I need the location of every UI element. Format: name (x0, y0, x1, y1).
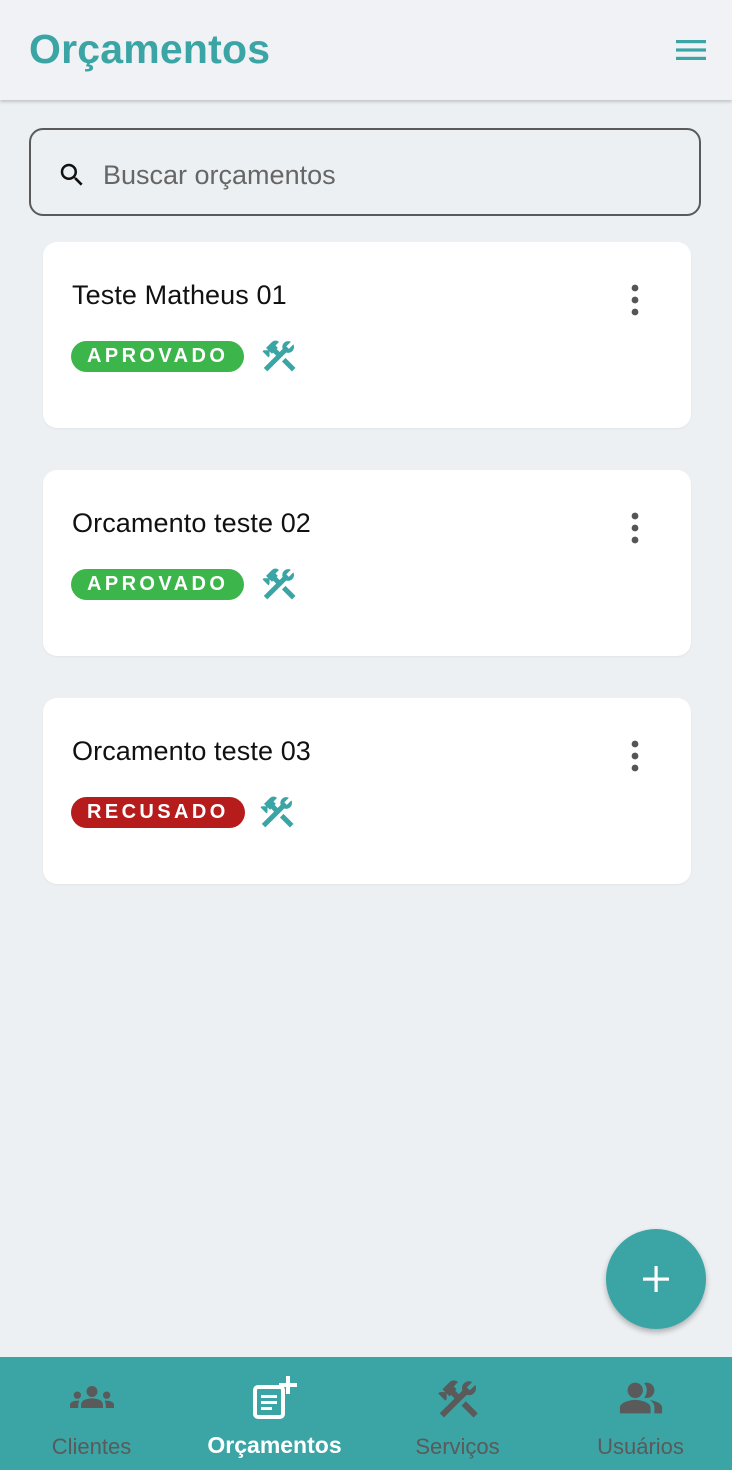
status-badge: APROVADO (71, 569, 245, 600)
budget-title: Orcamento teste 02 (72, 508, 311, 538)
more-options-button[interactable] (623, 738, 647, 774)
users-icon (619, 1382, 662, 1414)
menu-button[interactable] (668, 30, 714, 70)
hammer-wrench-icon (260, 796, 294, 828)
budget-card[interactable]: Orcamento teste 03 RECUSADO (43, 698, 691, 884)
hammer-wrench-icon (437, 1380, 478, 1418)
budget-card[interactable]: Orcamento teste 02 APROVADO (43, 470, 691, 656)
services-button[interactable] (259, 564, 299, 604)
more-vert-icon (631, 512, 639, 544)
status-badge: APROVADO (71, 341, 245, 372)
hammer-wrench-icon (262, 340, 296, 372)
app-bar: Orçamentos (0, 0, 732, 100)
more-vert-icon (631, 740, 639, 772)
note-add-icon (252, 1376, 297, 1419)
status-badge: RECUSADO (71, 797, 245, 828)
plus-icon (643, 1266, 669, 1292)
more-options-button[interactable] (623, 282, 647, 318)
menu-icon (676, 40, 706, 60)
add-budget-button[interactable] (606, 1229, 706, 1329)
more-options-button[interactable] (623, 510, 647, 546)
search-input[interactable] (101, 154, 665, 196)
nav-label: Usuários (597, 1434, 684, 1459)
nav-label: Serviços (415, 1434, 500, 1459)
nav-item-clientes[interactable]: Clientes (0, 1357, 183, 1470)
services-button[interactable] (257, 792, 297, 832)
bottom-nav: Clientes Orçamentos Serviços Usuários (0, 1357, 732, 1470)
nav-item-servicos[interactable]: Serviços (366, 1357, 549, 1470)
budget-title: Orcamento teste 03 (72, 736, 311, 766)
nav-label: Orçamentos (207, 1432, 342, 1458)
more-vert-icon (631, 284, 639, 316)
people-icon (69, 1386, 114, 1408)
services-button[interactable] (259, 336, 299, 376)
nav-label: Clientes (51, 1434, 132, 1459)
page-title: Orçamentos (29, 26, 271, 72)
nav-item-orcamentos[interactable]: Orçamentos (183, 1357, 366, 1470)
search-box[interactable] (29, 128, 701, 216)
nav-item-usuarios[interactable]: Usuários (549, 1357, 732, 1470)
budget-title: Teste Matheus 01 (72, 280, 287, 310)
search-icon (60, 163, 83, 186)
hammer-wrench-icon (262, 568, 296, 600)
budget-card[interactable]: Teste Matheus 01 APROVADO (43, 242, 691, 428)
